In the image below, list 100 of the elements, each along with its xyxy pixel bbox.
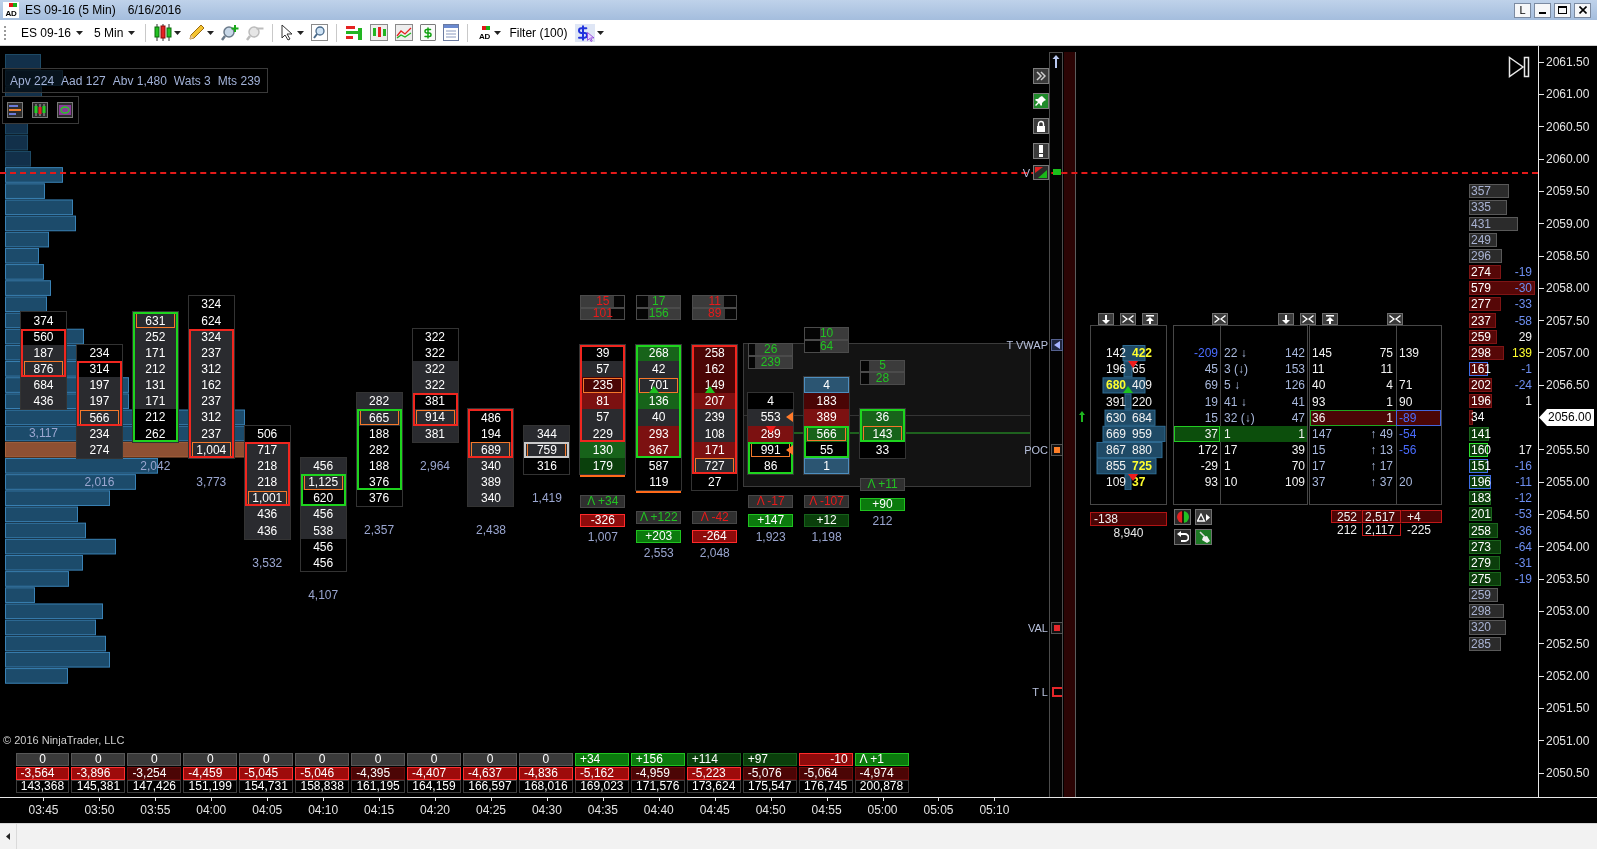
window-title: ES 09-16 (5 Min) (25, 3, 116, 17)
delta-button[interactable] (1195, 509, 1212, 525)
summary-value: -4,959 (630, 766, 685, 780)
footprint-cell: 183 (804, 393, 850, 410)
maximize-button[interactable] (1554, 2, 1571, 18)
footprint-cell: 36 (860, 409, 906, 426)
skip-end-icon[interactable] (1508, 56, 1530, 78)
line-chart-button[interactable] (394, 21, 415, 44)
ladder-value: 422 (1131, 345, 1154, 362)
dollar-button[interactable] (419, 21, 438, 44)
range-toggle[interactable] (57, 102, 73, 118)
footprint-cell: 268 (636, 344, 682, 361)
caret-icon (494, 30, 502, 35)
volume-value: 298 (1470, 604, 1492, 619)
summary-value: -3,896 (71, 766, 126, 780)
volume-value: 273 (1470, 539, 1492, 554)
collapse-button[interactable] (1120, 313, 1136, 325)
chart-style-button[interactable] (153, 21, 183, 44)
summary-value: -4,395 (351, 766, 406, 780)
ladder-value: 4 (1385, 377, 1394, 394)
bar-volume: 1,198 (811, 528, 842, 545)
time-label: 04:45 (686, 798, 743, 823)
collapse-button[interactable] (1300, 313, 1316, 325)
ladder-delta: -138 (1090, 512, 1167, 526)
summary-value: -4,974 (854, 766, 909, 780)
up-arrow-icon (1326, 314, 1334, 324)
profile-toggle[interactable] (7, 102, 23, 118)
price-label: 2050.50 (1546, 766, 1590, 781)
alert-button[interactable] (1033, 143, 1049, 159)
summary-value: 175,547 (742, 780, 797, 793)
level-label: VAL (1028, 621, 1048, 634)
volume-value: 274 (1470, 265, 1492, 280)
indicator-button[interactable]: AD (475, 21, 503, 44)
delta-value: -24 (1514, 378, 1533, 393)
footprint-cell: 40 (636, 409, 682, 426)
lock-button[interactable] (1033, 118, 1049, 134)
ladder-value: 109 (1104, 474, 1127, 491)
lock-icon (1036, 120, 1046, 132)
volume-value: 259 (1470, 588, 1492, 603)
candlestick-icon (34, 104, 46, 116)
bar-volume: 2,016 (84, 473, 115, 490)
time-label: 04:35 (574, 798, 631, 823)
ladder-value: 47 (1291, 409, 1306, 426)
bar-volume: 3,532 (252, 554, 283, 571)
ladder-value: -56 (1398, 442, 1418, 459)
collapse-button[interactable] (1212, 313, 1228, 325)
caret-icon (597, 30, 605, 35)
pin-button[interactable] (1033, 93, 1049, 109)
footprint-cell: 4 (748, 393, 794, 410)
window-button[interactable]: L (1514, 2, 1531, 18)
footprint-cell: 218 (244, 474, 290, 491)
summary-value: -4,407 (407, 766, 461, 780)
ladder-value: 22 ↓ (1223, 345, 1248, 362)
bar-volume: 1,923 (755, 528, 786, 545)
scroll-down-button[interactable] (1278, 313, 1294, 325)
table-button[interactable] (442, 21, 461, 44)
footprint-cell: 258 (692, 344, 738, 361)
copyright-text: © 2016 NinjaTrader, LLC (3, 734, 125, 746)
ladder-total: +4 (1401, 510, 1442, 523)
footprint-cell: 436 (244, 506, 290, 523)
minimize-button[interactable] (1534, 2, 1551, 18)
ladder-total: -225 (1406, 523, 1433, 536)
bar-volume: 3,773 (196, 473, 227, 490)
scroll-up-button[interactable] (1322, 313, 1338, 325)
price-label: 2054.00 (1546, 539, 1590, 554)
ladder-value: 41 ↓ (1223, 393, 1248, 410)
ladder-value: 70 (1291, 458, 1306, 475)
bar-delta: -326 (580, 514, 626, 528)
instrument-dropdown[interactable]: ES 09-16 (18, 21, 87, 44)
summary-value: 0 (407, 753, 461, 766)
clear-button[interactable] (1195, 529, 1212, 545)
collapse-button[interactable] (1387, 313, 1403, 325)
scroll-up-button[interactable] (1142, 313, 1158, 325)
undo-button[interactable] (1174, 529, 1191, 545)
zoom-button[interactable] (310, 21, 330, 44)
interval-dropdown[interactable]: 5 Min (91, 21, 139, 44)
candles-button[interactable] (369, 21, 390, 44)
broom-icon (1197, 531, 1210, 543)
close-button[interactable] (1574, 2, 1591, 18)
ladder-value: ↑ 17 (1369, 458, 1394, 475)
bar-volume: 2,964 (420, 457, 451, 474)
footprint-cell: 81 (580, 393, 626, 410)
candles-toggle[interactable] (32, 102, 48, 118)
volume-value: 579 (1470, 281, 1492, 296)
ladder-value: -89 (1396, 409, 1441, 426)
ladder-total: 252 (1331, 510, 1362, 523)
triangles-icon (1197, 512, 1210, 522)
collapse-icon (1122, 315, 1134, 323)
summary-value: 158,838 (295, 780, 350, 793)
price-label: 2058.00 (1546, 281, 1590, 296)
chevrons-button[interactable] (1033, 68, 1049, 84)
price-label: 2058.50 (1546, 249, 1590, 264)
scroll-down-button[interactable] (1098, 313, 1114, 325)
ratio-value: 10 (819, 328, 834, 340)
color-toggle-button[interactable] (1174, 509, 1191, 525)
price-button[interactable] (574, 21, 606, 44)
summary-value: -5,046 (295, 766, 350, 780)
candlestick-icon (154, 24, 173, 41)
time-label: 04:30 (518, 798, 575, 823)
search-icon (311, 24, 329, 41)
